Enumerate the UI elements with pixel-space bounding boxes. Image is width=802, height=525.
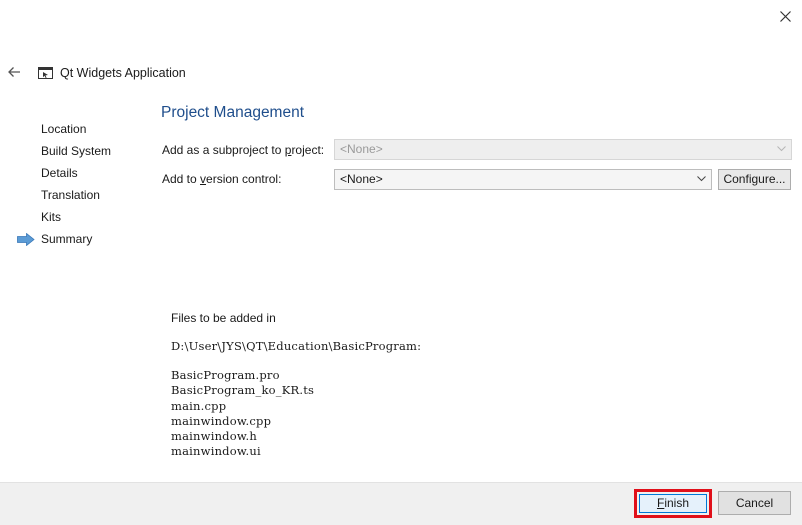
list-item: mainwindow.ui [171,444,261,459]
chevron-down-icon [697,176,706,182]
list-item: main.cpp [171,398,227,413]
sidebar-item-label: Details [41,166,78,180]
sidebar-item-label: Kits [41,210,62,224]
page-title: Project Management [161,104,305,121]
finish-button[interactable]: Finish [639,494,707,513]
subproject-label: Add as a subproject to project: [162,143,325,157]
list-item: mainwindow.cpp [171,413,272,428]
wizard-title: Qt Widgets Application [60,66,186,80]
cancel-button[interactable]: Cancel [718,491,791,515]
sidebar-item-label: Summary [41,232,93,246]
sidebar-item-label: Build System [41,144,112,158]
sidebar-item-details[interactable]: Details [0,162,150,184]
sidebar-item-translation[interactable]: Translation [0,184,150,206]
version-control-label: Add to version control: [162,172,282,186]
wizard-steps-sidebar: Location Build System Details Translatio… [0,118,150,250]
close-button[interactable] [770,4,800,28]
finish-button-highlight[interactable]: Finish [634,489,712,518]
subproject-select-value: <None> [340,142,383,156]
current-step-arrow-icon [17,233,35,246]
list-item: BasicProgram_ko_KR.ts [171,383,315,398]
chevron-down-icon [777,146,786,152]
sidebar-item-summary[interactable]: Summary [0,228,150,250]
sidebar-item-label: Location [41,122,87,136]
back-arrow-icon [8,67,20,77]
list-item: mainwindow.h [171,429,257,444]
version-control-select[interactable]: <None> [334,169,712,190]
sidebar-item-kits[interactable]: Kits [0,206,150,228]
subproject-select[interactable]: <None> [334,139,792,160]
qt-application-icon [38,67,53,79]
sidebar-item-location[interactable]: Location [0,118,150,140]
sidebar-item-label: Translation [41,188,100,202]
files-list: BasicProgram.pro BasicProgram_ko_KR.ts m… [171,368,314,460]
list-item: BasicProgram.pro [171,368,280,382]
configure-button[interactable]: Configure... [718,169,791,190]
close-icon [780,11,791,22]
version-control-select-value: <None> [340,172,383,186]
wizard-header: Qt Widgets Application [0,62,400,86]
files-heading: Files to be added in [171,311,276,325]
files-target-path: D:\User\JYS\QT\Education\BasicProgram: [171,339,422,353]
sidebar-item-build-system[interactable]: Build System [0,140,150,162]
back-button[interactable] [6,64,24,82]
